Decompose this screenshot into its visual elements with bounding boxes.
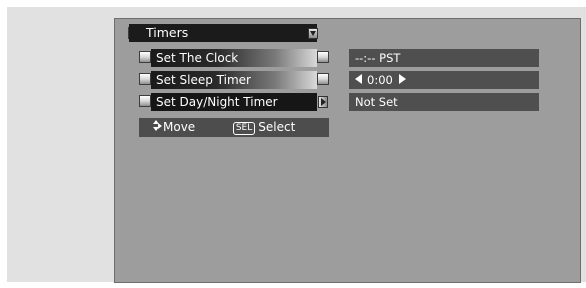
menu-item-set-clock[interactable]: Set The Clock	[151, 49, 317, 67]
item-left-cap-icon	[139, 95, 151, 107]
item-right-cap-icon	[317, 51, 329, 63]
decrease-arrow-icon[interactable]	[355, 74, 362, 84]
clock-value: --:-- PST	[349, 49, 539, 67]
item-left-cap-icon	[139, 51, 151, 63]
submenu-arrow-icon[interactable]	[318, 96, 328, 108]
select-label: Select	[258, 120, 296, 134]
dropdown-arrow-icon[interactable]	[308, 28, 318, 39]
menu-title: Timers	[129, 24, 317, 42]
increase-arrow-icon[interactable]	[398, 74, 406, 84]
help-bar: Move SEL Select	[139, 118, 329, 137]
item-left-cap-icon	[139, 73, 151, 85]
menu-item-sleep-timer[interactable]: Set Sleep Timer	[151, 71, 317, 89]
sleep-timer-value[interactable]: 0:00	[349, 71, 539, 89]
move-label: Move	[163, 120, 196, 134]
item-right-cap-icon	[317, 73, 329, 85]
day-night-timer-value: Not Set	[349, 93, 539, 111]
move-arrows-icon	[153, 120, 163, 132]
sel-key-icon: SEL	[232, 122, 256, 135]
menu-item-day-night-timer[interactable]: Set Day/Night Timer	[151, 93, 317, 111]
